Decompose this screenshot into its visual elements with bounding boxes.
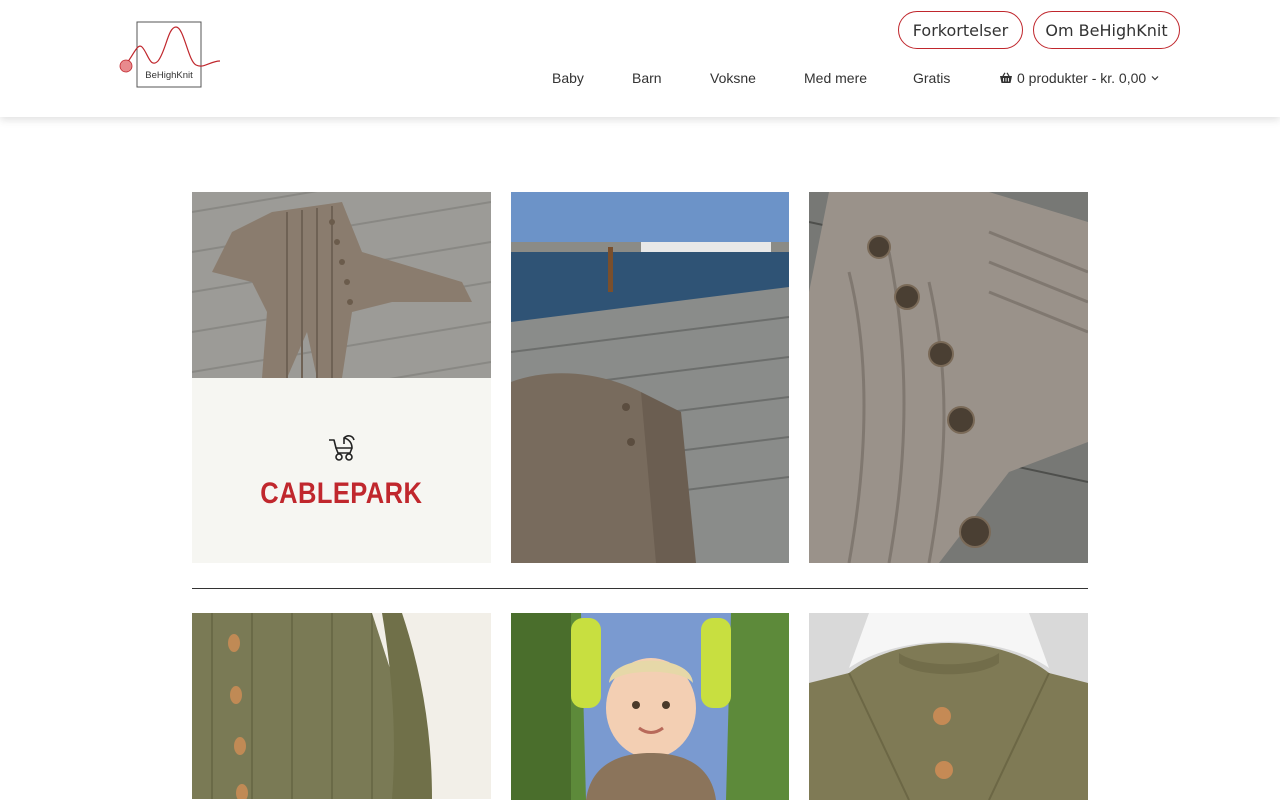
product-image-1[interactable] — [192, 192, 491, 378]
product-image-5[interactable] — [511, 613, 789, 800]
chevron-down-icon — [1150, 73, 1160, 83]
cart-dropdown[interactable]: 0 produkter - kr. 0,00 — [999, 70, 1160, 86]
nav-item-med-mere[interactable]: Med mere — [804, 70, 867, 86]
nav-item-barn[interactable]: Barn — [632, 70, 662, 86]
nav-item-voksne[interactable]: Voksne — [710, 70, 756, 86]
cart-summary: 0 produkter - kr. 0,00 — [1017, 70, 1147, 86]
stroller-icon — [326, 430, 358, 467]
row-divider — [192, 588, 1088, 589]
nav-item-baby[interactable]: Baby — [552, 70, 584, 86]
site-logo[interactable]: BeHighKnit — [118, 21, 222, 89]
product-title[interactable]: Cablepark — [260, 477, 422, 511]
product-image-3[interactable] — [809, 192, 1088, 563]
forkortelser-button[interactable]: Forkortelser — [898, 11, 1023, 49]
svg-text:BeHighKnit: BeHighKnit — [145, 70, 193, 81]
product-image-6[interactable] — [809, 613, 1088, 800]
about-button[interactable]: Om BeHighKnit — [1033, 11, 1180, 49]
product-image-2[interactable] — [511, 192, 789, 563]
basket-icon — [999, 72, 1013, 84]
nav-item-gratis[interactable]: Gratis — [913, 70, 950, 86]
product-card[interactable]: Cablepark — [192, 378, 491, 563]
product-image-4[interactable] — [192, 613, 491, 799]
site-header: BeHighKnit Forkortelser Om BeHighKnit Ba… — [0, 0, 1280, 117]
